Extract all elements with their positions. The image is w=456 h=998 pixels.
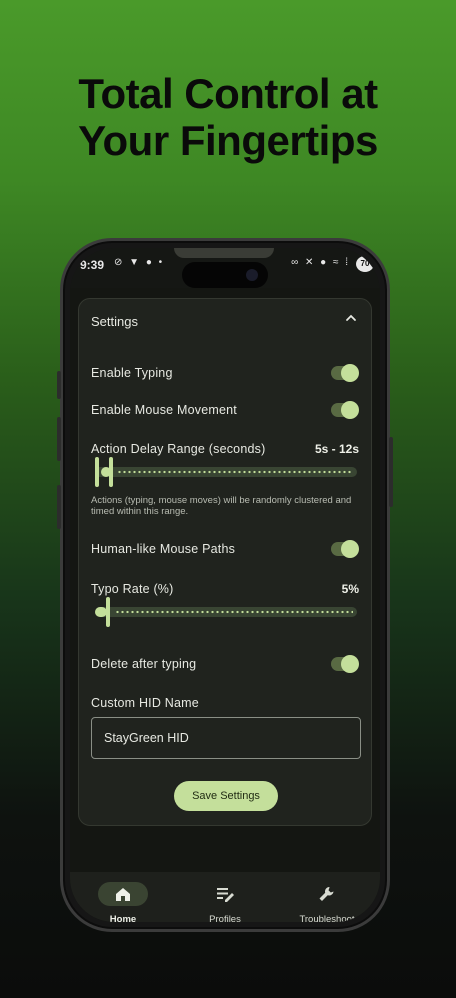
delete-after-toggle[interactable] [331, 655, 359, 673]
headline: Total Control at Your Fingertips [0, 70, 456, 164]
headline-line-2: Your Fingertips [78, 117, 378, 164]
settings-title: Settings [91, 314, 138, 329]
save-settings-button[interactable]: Save Settings [174, 781, 278, 811]
headline-line-1: Total Control at [78, 70, 378, 117]
delay-range-value: 5s - 12s [314, 442, 359, 456]
enable-typing-toggle[interactable] [331, 364, 359, 382]
human-paths-label: Human-like Mouse Paths [91, 542, 236, 556]
delay-min-thumb[interactable] [95, 457, 99, 487]
enable-mouse-label: Enable Mouse Movement [91, 403, 237, 417]
wrench-icon [319, 887, 334, 901]
status-system-icons: ∞ ✕ ● ≈ ⁞ [291, 257, 350, 268]
delay-helper-text: Actions (typing, mouse moves) will be ra… [91, 495, 352, 517]
nav-item-home[interactable]: Home [73, 882, 173, 922]
delay-range-slider[interactable] [95, 457, 357, 487]
typo-rate-label: Typo Rate (%) [91, 582, 174, 596]
edit-list-icon [217, 888, 234, 902]
delay-max-thumb[interactable] [109, 457, 113, 487]
settings-card: Settings Enable Typing Enable Mouse Move… [78, 298, 372, 826]
toggle-knob [341, 364, 359, 382]
bottom-navigation: Home Profiles Troubleshoot [70, 872, 380, 922]
enable-typing-label: Enable Typing [91, 366, 173, 380]
phone-volume-up-button [57, 417, 61, 461]
phone-power-button [389, 437, 393, 507]
hid-name-input[interactable]: StayGreen HID [91, 717, 361, 759]
slider-tick-marks [117, 470, 353, 474]
nav-item-troubleshoot[interactable]: Troubleshoot [277, 882, 377, 922]
app-content: Settings Enable Typing Enable Mouse Move… [70, 288, 380, 922]
phone-screen: 9:39 ⊘ ▼ ● • ∞ ✕ ● ≈ ⁞ 70 Settings Enabl… [70, 248, 380, 922]
status-time: 9:39 [80, 258, 105, 272]
camera-icon [246, 269, 258, 281]
typo-rate-thumb[interactable] [106, 597, 110, 627]
phone-mute-button [57, 371, 61, 399]
delay-range-label: Action Delay Range (seconds) [91, 442, 266, 456]
nav-label-home: Home [109, 914, 137, 922]
home-icon [116, 888, 130, 901]
chevron-up-icon[interactable] [343, 310, 359, 326]
hid-name-label: Custom HID Name [91, 696, 199, 710]
slider-tick-marks [115, 610, 353, 614]
phone-frame: 9:39 ⊘ ▼ ● • ∞ ✕ ● ≈ ⁞ 70 Settings Enabl… [57, 238, 393, 932]
delete-after-label: Delete after typing [91, 657, 197, 671]
toggle-knob [341, 540, 359, 558]
typo-rate-slider[interactable] [95, 597, 357, 627]
nav-label-troubleshoot: Troubleshoot [299, 914, 355, 922]
phone-volume-down-button [57, 485, 61, 529]
nav-label-profiles: Profiles [209, 914, 241, 922]
status-notification-icons: ⊘ ▼ ● • [114, 257, 165, 268]
typo-rate-value: 5% [341, 582, 359, 596]
dynamic-island [182, 262, 268, 288]
battery-icon: 70 [356, 256, 374, 272]
enable-mouse-toggle[interactable] [331, 401, 359, 419]
human-paths-toggle[interactable] [331, 540, 359, 558]
toggle-knob [341, 401, 359, 419]
toggle-knob [341, 655, 359, 673]
nav-item-profiles[interactable]: Profiles [175, 882, 275, 922]
